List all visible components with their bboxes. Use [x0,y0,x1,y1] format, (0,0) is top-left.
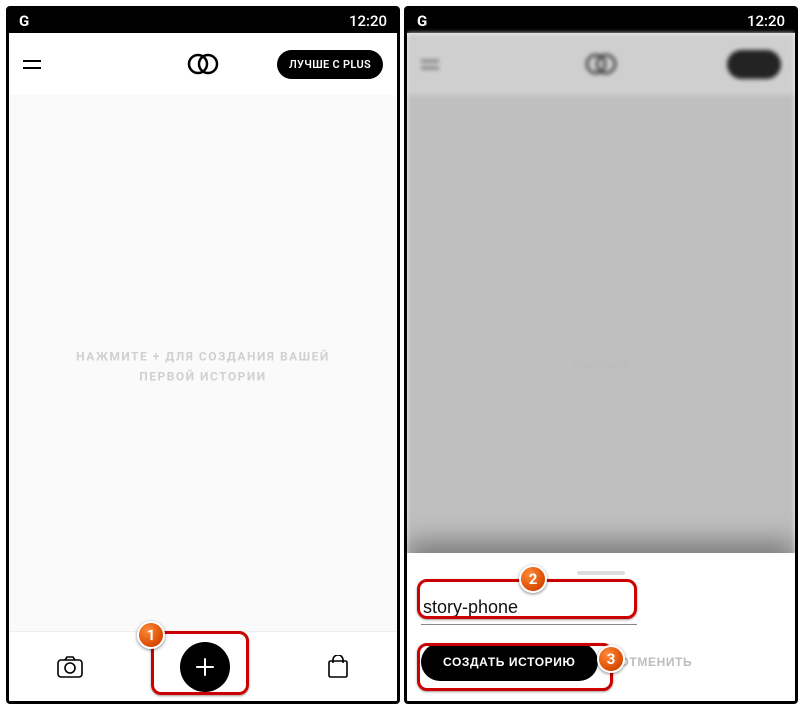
create-story-button[interactable]: СОЗДАТЬ ИСТОРИЮ [421,643,598,681]
bottom-bar [9,631,397,701]
menu-icon[interactable] [23,60,45,69]
shop-icon[interactable] [327,655,349,679]
status-brand: G [417,12,427,30]
app-logo-icon-blurred [582,52,620,76]
status-time: 12:20 [747,12,785,30]
create-story-sheet: СОЗДАТЬ ИСТОРИЮ ОТМЕНИТЬ [407,553,795,701]
empty-state-blurred: — — — — — [572,362,630,373]
status-bar: G 12:20 [407,9,795,33]
sheet-handle[interactable] [577,571,625,575]
empty-line-2: ПЕРВОЙ ИСТОРИИ [48,367,358,387]
phone-left: G 12:20 ЛУЧШЕ С PLUS НАЖМИТЕ + ДЛЯ СОЗДА… [6,6,400,704]
cancel-button[interactable]: ОТМЕНИТЬ [612,643,701,681]
menu-icon-blurred [421,60,443,69]
upgrade-plus-button-blurred [727,50,781,79]
phone-right: G 12:20 — — — — — СОЗДАТЬ ИСТОРИ [404,6,798,704]
status-bar: G 12:20 [9,9,397,33]
status-time: 12:20 [349,12,387,30]
camera-icon[interactable] [57,656,83,678]
app-logo-icon [184,52,222,76]
empty-state-message: НАЖМИТЕ + ДЛЯ СОЗДАНИЯ ВАШЕЙ ПЕРВОЙ ИСТО… [48,347,358,388]
upgrade-plus-button[interactable]: ЛУЧШЕ С PLUS [277,50,383,79]
story-name-input[interactable] [421,593,637,625]
add-story-button[interactable] [180,642,230,692]
top-bar: ЛУЧШЕ С PLUS [9,33,397,95]
empty-line-1: НАЖМИТЕ + ДЛЯ СОЗДАНИЯ ВАШЕЙ [48,347,358,367]
status-brand: G [19,12,29,30]
